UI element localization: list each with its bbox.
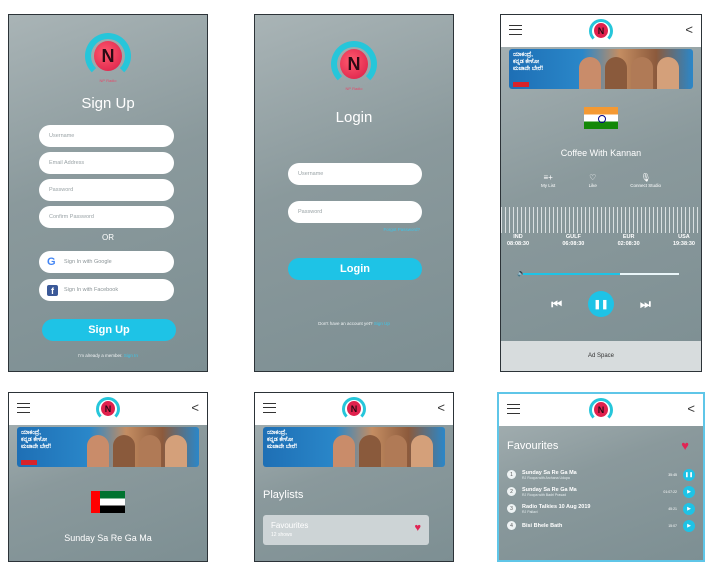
banner-badge xyxy=(513,82,529,87)
signup-screen: N NP Radio Sign Up Username Email Addres… xyxy=(8,14,208,372)
google-icon: G xyxy=(47,255,56,268)
previous-button[interactable]: ⏮ xyxy=(551,297,562,312)
play-icon[interactable]: ▶ xyxy=(683,502,695,515)
timezone-usa: USA 19:38:30 xyxy=(672,234,695,247)
share-icon[interactable]: < xyxy=(191,400,199,415)
page-title: Sign Up xyxy=(81,95,135,112)
playlist-add-icon: ≡+ xyxy=(543,173,553,182)
uae-flag-icon xyxy=(91,491,125,513)
heart-icon[interactable]: ♥ xyxy=(681,438,689,453)
email-field[interactable]: Email Address xyxy=(39,152,174,174)
share-icon[interactable]: < xyxy=(437,400,445,415)
promo-banner[interactable]: ಯಾಕಂದ್ರೆ, ಕನ್ನಡ ಕೇಳೋ ಮಜಾನೇ ಬೇರೆ! xyxy=(17,427,199,467)
list-item[interactable]: 4 Bisi Bhele Bath 15:07 ▶ xyxy=(507,517,695,534)
banner-text: ಯಾಕಂದ್ರೆ, ಕನ್ನಡ ಕೇಳೋ ಮಜಾನೇ ಬೇರೆ! xyxy=(21,430,52,450)
facebook-signin-button[interactable]: f Sign In with Facebook xyxy=(39,279,174,301)
menu-icon[interactable] xyxy=(263,403,276,413)
banner-text: ಯಾಕಂದ್ರೆ, ಕನ್ನಡ ಕೇಳೋ ಮಜಾನೇ ಬೇರೆ! xyxy=(267,430,298,450)
signin-link[interactable]: Sign In xyxy=(124,353,138,358)
next-button[interactable]: ⏭ xyxy=(640,297,651,312)
pause-button[interactable]: ❚❚ xyxy=(588,291,614,317)
play-icon[interactable]: ▶ xyxy=(683,485,695,498)
signup-link[interactable]: Sign Up xyxy=(374,321,390,326)
menu-icon[interactable] xyxy=(17,403,30,413)
timezone-gulf: GULF 06:08:30 xyxy=(562,234,585,247)
list-item[interactable]: 3 Radio Talkies 10 Aug 2019 RJ Pallavi 45… xyxy=(507,500,695,517)
confirm-password-field[interactable]: Confirm Password xyxy=(39,206,174,228)
top-bar: N < xyxy=(499,394,703,426)
waveform xyxy=(501,207,701,233)
top-bar: N < xyxy=(9,393,207,425)
list-item[interactable]: 1 Sunday Sa Re Ga Ma RJ Roopa with Archan… xyxy=(507,466,695,483)
play-icon[interactable]: ▶ xyxy=(683,519,695,532)
app-logo: N xyxy=(96,397,120,421)
share-icon[interactable]: < xyxy=(685,22,693,37)
login-screen: N NP Radio Login Username Password Forgo… xyxy=(254,14,454,372)
timezone-ind: IND 08:08:30 xyxy=(507,234,530,247)
microphone-icon: 🎙 xyxy=(640,173,651,182)
india-flag-icon xyxy=(584,107,618,129)
playlist-card-favourites[interactable]: Favourites 12 shows ♥ xyxy=(263,515,429,545)
list-item[interactable]: 2 Sunday Sa Re Ga Ma RJ Roopa with Badri … xyxy=(507,483,695,500)
ad-space: Ad Space xyxy=(501,341,701,371)
top-bar: N < xyxy=(501,15,701,47)
share-icon[interactable]: < xyxy=(687,401,695,416)
app-logo: N xyxy=(342,397,366,421)
signin-prompt: I'm already a member. Sign In xyxy=(78,353,138,358)
or-divider: OR xyxy=(102,233,114,242)
forgot-password-link[interactable]: Forgot Password? xyxy=(383,227,420,232)
login-button[interactable]: Login xyxy=(288,258,422,280)
timezone-row: IND 08:08:30 GULF 06:08:30 EUR 02:08:30 USA… xyxy=(507,234,695,248)
connect-studio-button[interactable]: 🎙 Connect Studio xyxy=(630,173,661,188)
app-logo: N NP Radio xyxy=(85,33,131,83)
password-field[interactable]: Password xyxy=(288,201,422,223)
playlists-title: Playlists xyxy=(263,489,304,501)
volume-slider-fill xyxy=(523,272,620,275)
promo-banner[interactable]: ಯಾಕಂದ್ರೆ, ಕನ್ನಡ ಕೇಳೋ ಮಜಾನೇ ಬೇರೆ! xyxy=(509,49,693,89)
action-row: ≡+ My List ♡ Like 🎙 Connect Studio xyxy=(541,173,661,188)
like-button[interactable]: ♡ Like xyxy=(589,173,597,188)
username-field[interactable]: Username xyxy=(288,163,422,185)
heart-icon: ♥ xyxy=(414,522,421,534)
heart-outline-icon: ♡ xyxy=(589,173,597,182)
favourites-screen: N < Favourites ♥ 1 Sunday Sa Re Ga Ma RJ … xyxy=(497,392,705,562)
password-field[interactable]: Password xyxy=(39,179,174,201)
favourites-title: Favourites xyxy=(507,440,559,452)
page-title: Login xyxy=(335,109,373,126)
banner-text: ಯಾಕಂದ್ರೆ, ಕನ್ನಡ ಕೇಳೋ ಮಜಾನೇ ಬೇರೆ! xyxy=(513,52,544,72)
banner-badge xyxy=(21,460,37,465)
username-field[interactable]: Username xyxy=(39,125,174,147)
signup-prompt: Don't have an account yet? Sign Up xyxy=(318,321,390,326)
player-screen-2: N < ಯಾಕಂದ್ರೆ, ಕನ್ನಡ ಕೇಳೋ ಮಜಾನೇ ಬೇರೆ! Sun… xyxy=(8,392,208,562)
favourites-list: 1 Sunday Sa Re Ga Ma RJ Roopa with Archan… xyxy=(507,466,695,534)
menu-icon[interactable] xyxy=(507,404,520,414)
playlists-screen: N < ಯಾಕಂದ್ರೆ, ಕನ್ನಡ ಕೇಳೋ ಮಜಾನೇ ಬೇರೆ! Pla… xyxy=(254,392,454,562)
facebook-icon: f xyxy=(47,284,58,296)
timezone-eur: EUR 02:08:30 xyxy=(617,234,640,247)
playback-controls: ⏮ ❚❚ ⏭ xyxy=(501,291,701,317)
google-signin-button[interactable]: G Sign In with Google xyxy=(39,251,174,273)
top-bar: N < xyxy=(255,393,453,425)
app-logo: N xyxy=(589,19,613,43)
player-screen: N < ಯಾಕಂದ್ರೆ, ಕನ್ನಡ ಕೇಳೋ ಮಜಾನೇ ಬೇರೆ! Cof… xyxy=(500,14,702,372)
show-title: Sunday Sa Re Ga Ma xyxy=(64,533,152,543)
volume-slider[interactable] xyxy=(523,272,679,275)
signup-button[interactable]: Sign Up xyxy=(42,319,176,341)
show-title: Coffee With Kannan xyxy=(560,148,642,158)
menu-icon[interactable] xyxy=(509,25,522,35)
app-logo: N xyxy=(589,398,613,422)
my-list-button[interactable]: ≡+ My List xyxy=(541,173,555,188)
promo-banner[interactable]: ಯಾಕಂದ್ರೆ, ಕನ್ನಡ ಕೇಳೋ ಮಜಾನೇ ಬೇರೆ! xyxy=(263,427,445,467)
app-logo: N NP Radio xyxy=(331,41,377,91)
pause-icon[interactable]: ❚❚ xyxy=(683,468,695,481)
